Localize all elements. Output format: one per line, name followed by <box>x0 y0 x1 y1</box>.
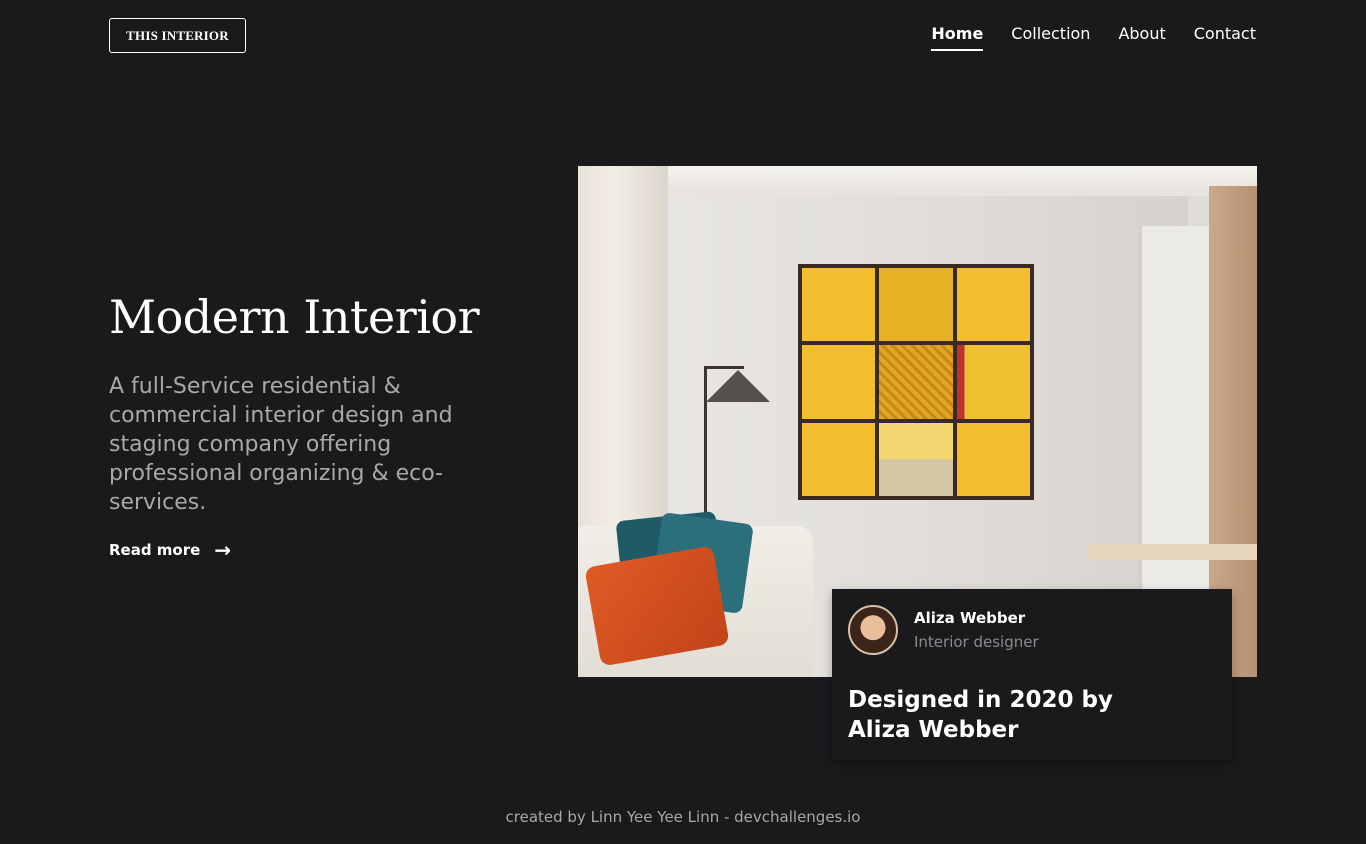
image-wall-art <box>798 264 1034 500</box>
image-door <box>1139 226 1209 646</box>
read-more-link[interactable]: Read more → <box>109 540 231 560</box>
image-lamp-shade <box>706 370 770 402</box>
site-logo[interactable]: THIS INTERIOR <box>109 18 246 53</box>
hero-description: A full-Service residential & commercial … <box>109 374 453 515</box>
image-desk <box>1087 544 1257 560</box>
image-lamp-arm <box>704 366 744 369</box>
author-info: Aliza Webber Interior designer <box>848 605 1216 655</box>
read-more-label: Read more <box>109 541 201 559</box>
hero-title: Modern Interior <box>109 290 480 344</box>
card-headline: Designed in 2020 by Aliza Webber <box>848 687 1113 743</box>
footer-credit: created by Linn Yee Yee Linn - devchalle… <box>505 808 861 826</box>
main-nav: Home Collection About Contact <box>931 24 1256 51</box>
arrow-right-icon: → <box>214 538 232 562</box>
nav-item-contact[interactable]: Contact <box>1194 24 1256 51</box>
avatar <box>848 605 898 655</box>
nav-item-about[interactable]: About <box>1118 24 1165 51</box>
designer-card: Aliza Webber Interior designer Designed … <box>832 589 1232 760</box>
author-name: Aliza Webber <box>914 609 1026 627</box>
nav-item-collection[interactable]: Collection <box>1011 24 1090 51</box>
nav-item-home[interactable]: Home <box>931 24 984 51</box>
image-ceiling <box>578 166 1257 196</box>
author-role: Interior designer <box>914 633 1039 651</box>
